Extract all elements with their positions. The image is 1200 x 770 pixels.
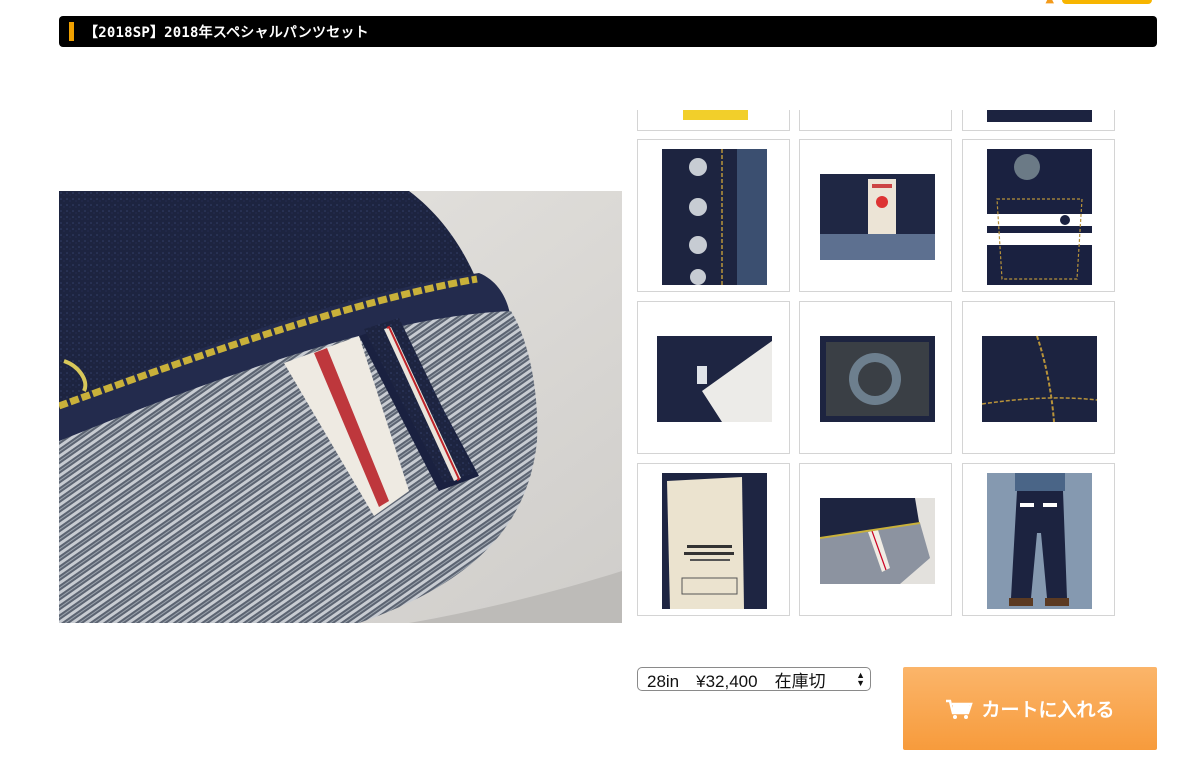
thumbnail-pocket-lining-print[interactable] <box>637 463 790 616</box>
thumbnail-side-seam[interactable] <box>962 301 1115 454</box>
product-title: 【2018SP】2018年スペシャルパンツセット <box>84 24 369 41</box>
product-title-bar: 【2018SP】2018年スペシャルパンツセット <box>59 16 1157 47</box>
add-to-cart-button[interactable]: カートに入れる <box>903 667 1157 750</box>
thumbnail-denim-bottom[interactable] <box>962 110 1115 131</box>
shopping-cart-icon <box>946 699 974 719</box>
select-arrows-icon: ▲ ▼ <box>856 670 865 688</box>
thumbnail-white-care-tag[interactable] <box>637 301 790 454</box>
thumbnail-red-tab-label[interactable] <box>799 139 952 292</box>
header-pill-button[interactable] <box>1062 0 1152 4</box>
thumbnail-grid <box>637 110 1117 620</box>
thumbnail-back-pocket-stripes[interactable] <box>962 139 1115 292</box>
size-select-value: 28in ¥32,400 在庫切 <box>647 671 826 691</box>
thumbnail-model-back-view[interactable] <box>962 463 1115 616</box>
main-product-image <box>59 191 622 623</box>
thumbnail-leather-patch[interactable] <box>799 301 952 454</box>
cart-icon: ▲ <box>1046 0 1054 5</box>
header-cut-controls: ▲ <box>1046 0 1152 5</box>
size-select[interactable]: 28in ¥32,400 在庫切 ▲ ▼ <box>637 667 871 691</box>
thumbnail-blank[interactable] <box>799 110 952 131</box>
title-accent-bar <box>69 22 74 41</box>
thumbnail-yellow-tag[interactable] <box>637 110 790 131</box>
add-to-cart-label: カートに入れる <box>981 699 1115 721</box>
thumbnail-selvedge-cuff[interactable] <box>799 463 952 616</box>
thumbnail-button-fly[interactable] <box>637 139 790 292</box>
